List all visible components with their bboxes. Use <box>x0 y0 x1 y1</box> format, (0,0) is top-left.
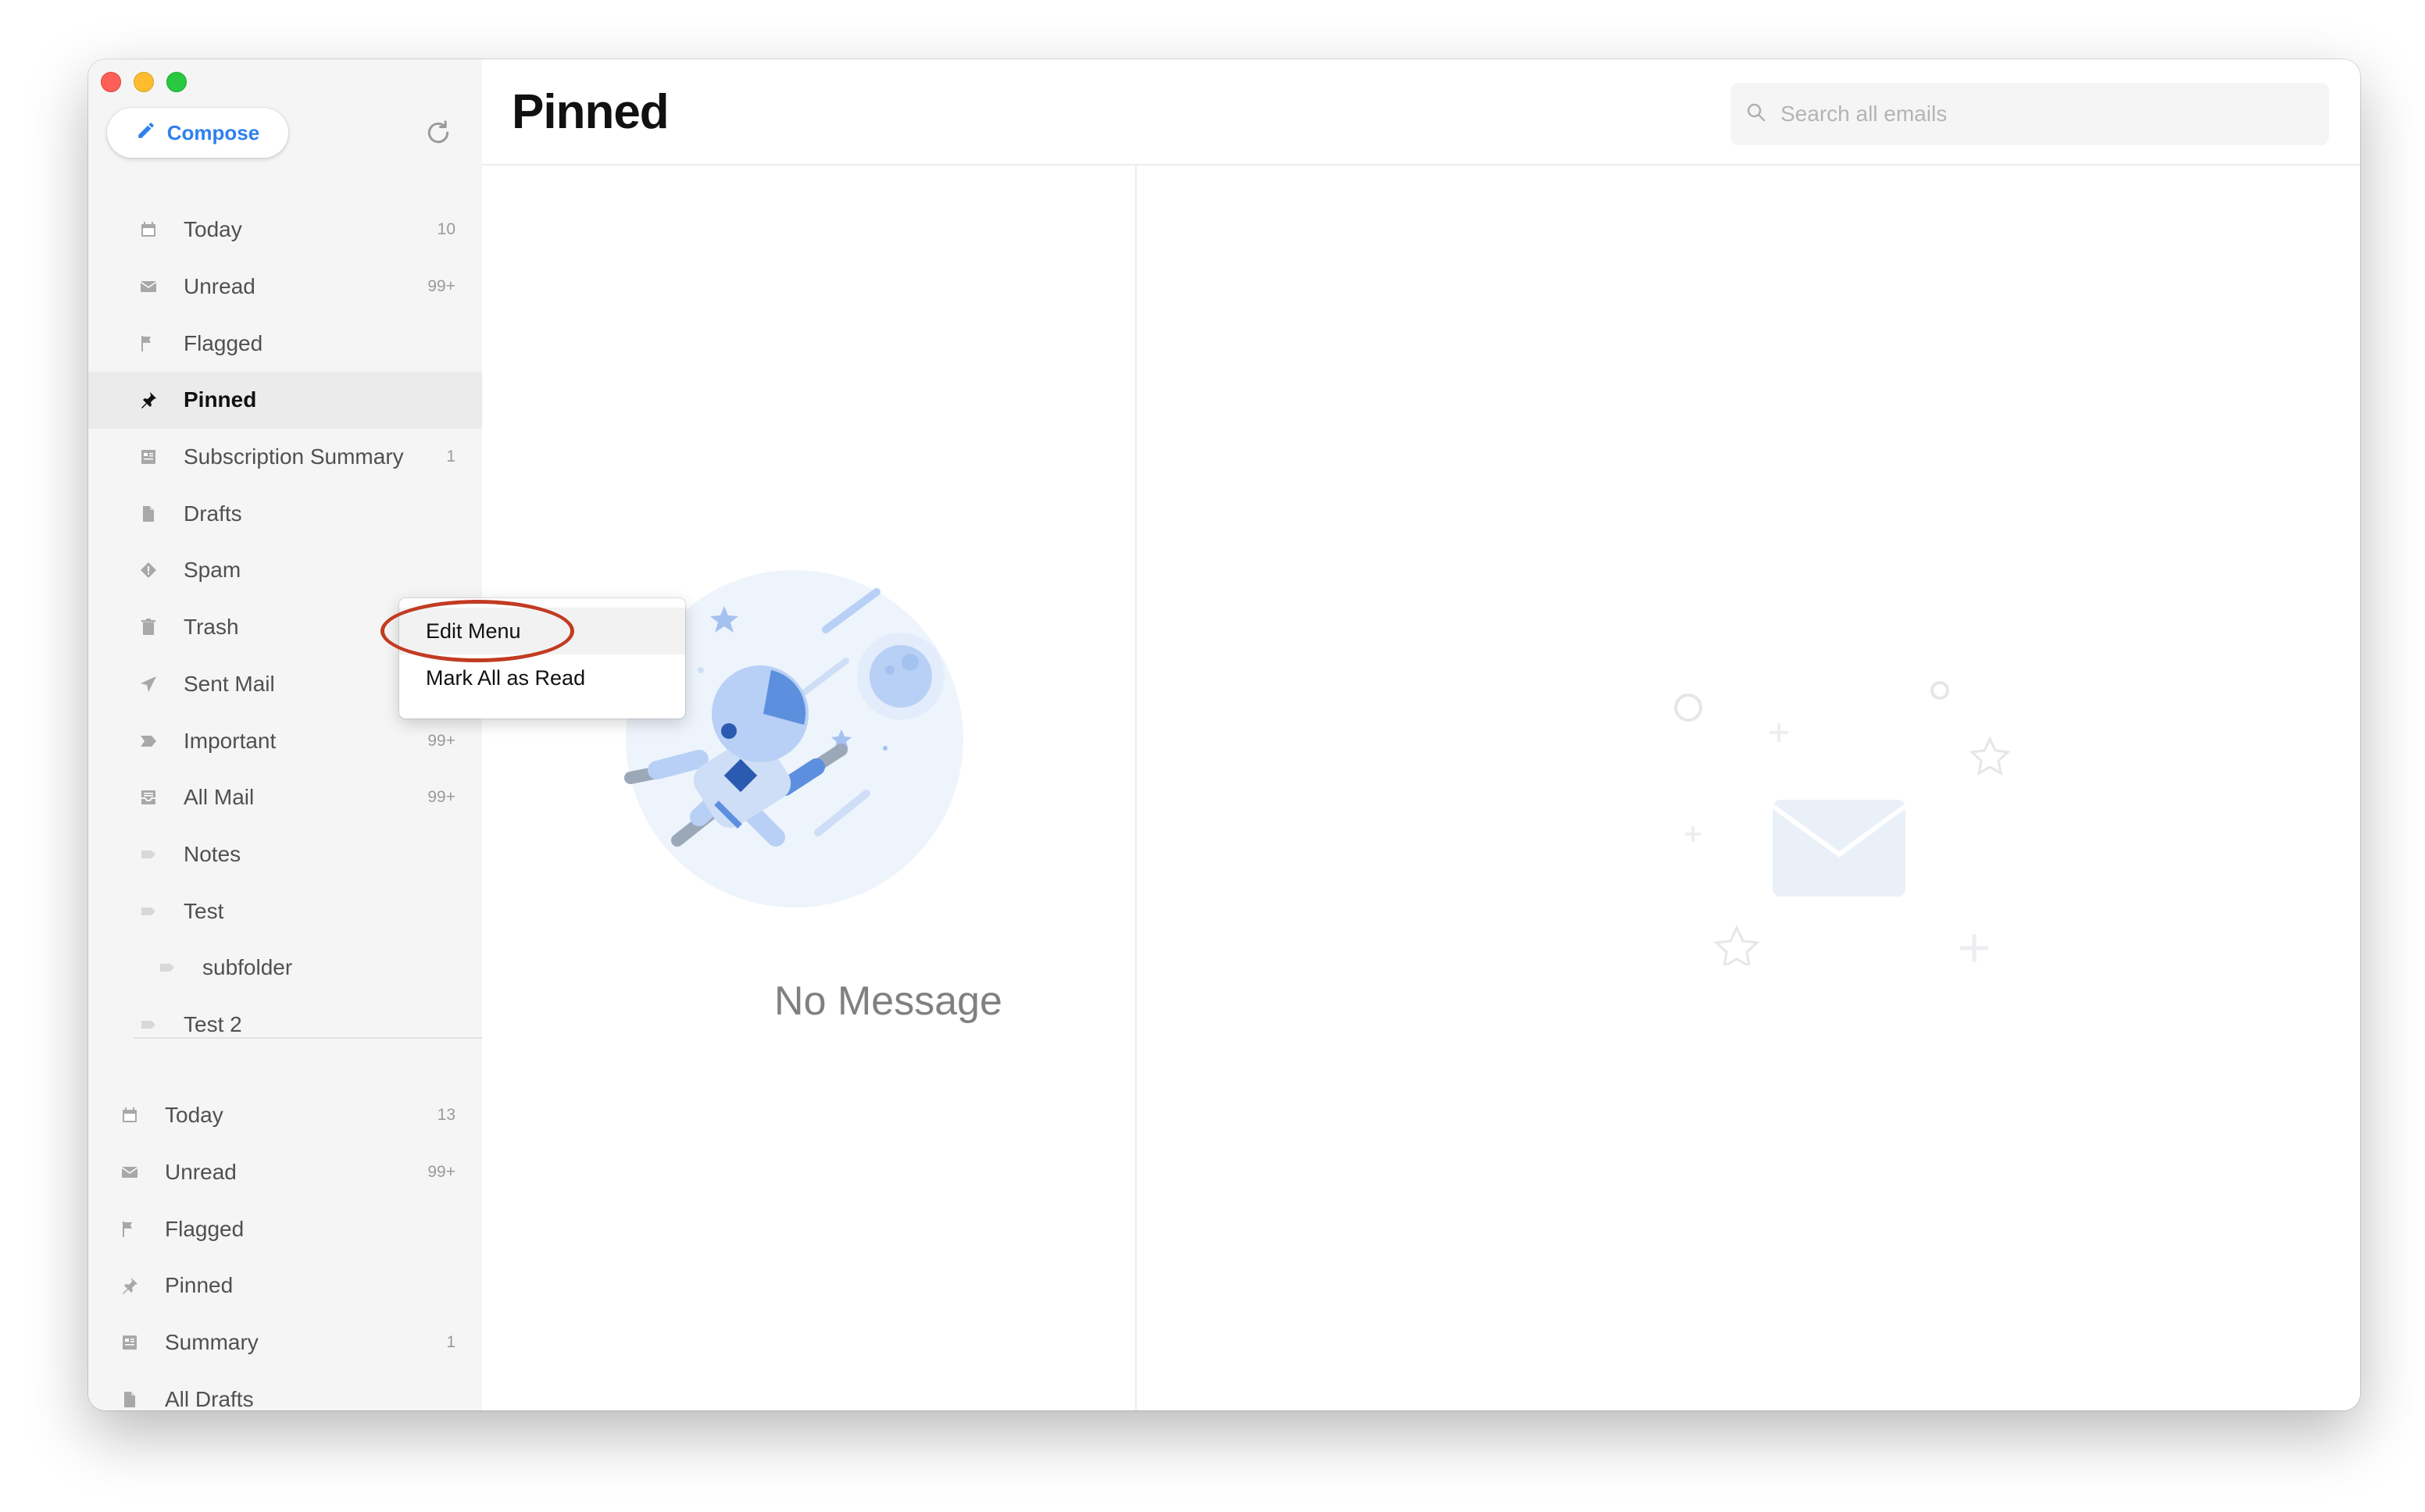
envelope-icon <box>120 1162 140 1182</box>
sidebar-item-flagged[interactable]: Flagged <box>88 315 482 372</box>
sidebar-item-label: Summary <box>165 1330 259 1355</box>
document-icon <box>138 504 159 524</box>
unread-count-badge: 10 <box>437 220 455 239</box>
sidebar-item-label: Test <box>184 898 224 923</box>
sidebar-item-label: Flagged <box>184 330 263 355</box>
sidebar-item-label: Today <box>184 217 242 242</box>
menu-item-edit-menu[interactable]: Edit Menu <box>399 608 685 654</box>
sidebar-item-unread[interactable]: Unread 99+ <box>88 259 482 316</box>
search-input[interactable] <box>1779 101 2298 127</box>
minimize-window-button[interactable] <box>134 72 154 92</box>
main-panel: Pinned Search all emails No Message <box>482 59 2360 1410</box>
account-mailbox-list: Today 13 Unread 99+ Flagged Pinned Summary 1 All… <box>88 1087 482 1410</box>
send-icon <box>138 674 159 694</box>
sidebar-item-flagged-2[interactable]: Flagged <box>88 1200 482 1257</box>
sidebar-item-label: Subscription Summary <box>184 444 404 469</box>
sidebar-item-label: Pinned <box>165 1273 234 1298</box>
summary-icon <box>138 447 159 467</box>
search-icon <box>1730 101 1768 128</box>
flag-icon <box>120 1219 140 1239</box>
sidebar-item-label: Today <box>165 1103 223 1128</box>
sidebar-item-test-2[interactable]: Test 2 <box>88 997 482 1054</box>
label-icon <box>138 1015 159 1035</box>
app-window: Compose Today 10 Unread 99+ Flagged Pinned Sub… <box>88 59 2360 1410</box>
sidebar-item-label: Unread <box>184 274 255 299</box>
compose-label: Compose <box>166 120 260 144</box>
sidebar-item-label: Important <box>184 728 277 753</box>
document-icon <box>120 1389 140 1410</box>
sidebar-item-label: Trash <box>184 615 239 640</box>
sidebar-item-important[interactable]: Important 99+ <box>88 712 482 769</box>
envelope-icon <box>138 276 159 297</box>
unread-count-badge: 1 <box>446 1333 455 1352</box>
sidebar-item-unread-2[interactable]: Unread 99+ <box>88 1144 482 1201</box>
sidebar-item-today-2[interactable]: Today 13 <box>88 1087 482 1144</box>
maximize-window-button[interactable] <box>166 72 187 92</box>
label-icon <box>157 957 177 978</box>
sidebar-item-label: Flagged <box>165 1216 245 1241</box>
unread-count-badge: 1 <box>446 448 455 466</box>
sidebar-item-summary-2[interactable]: Summary 1 <box>88 1314 482 1371</box>
sidebar-item-all-drafts-2[interactable]: All Drafts <box>88 1371 482 1410</box>
spam-icon <box>138 560 159 580</box>
sidebar-item-label: subfolder <box>202 955 293 980</box>
sidebar-item-label: Unread <box>165 1160 237 1185</box>
sidebar-item-label: Test 2 <box>184 1011 242 1036</box>
column-divider <box>1135 166 1137 1410</box>
sidebar-item-all-mail[interactable]: All Mail 99+ <box>88 769 482 826</box>
search-bar[interactable] <box>1730 83 2329 145</box>
sidebar-item-label: All Mail <box>184 785 255 810</box>
empty-state-text: No Message <box>774 979 1002 1024</box>
unread-count-badge: 99+ <box>427 277 455 296</box>
envelope-illustration <box>1654 606 2029 969</box>
sidebar-item-notes[interactable]: Notes <box>88 826 482 883</box>
close-window-button[interactable] <box>101 72 121 92</box>
sidebar-item-label: Pinned <box>184 387 257 412</box>
menu-item-mark-all-read[interactable]: Mark All as Read <box>399 654 685 701</box>
sidebar-item-drafts[interactable]: Drafts <box>88 485 482 542</box>
sidebar-item-label: Drafts <box>184 501 242 526</box>
context-menu: Edit Menu Mark All as Read <box>399 598 685 719</box>
calendar-icon <box>120 1105 140 1125</box>
header-divider <box>482 164 2360 166</box>
summary-icon <box>120 1332 140 1353</box>
sidebar-item-label: Sent Mail <box>184 671 275 696</box>
label-icon <box>138 901 159 922</box>
sidebar-item-label: Spam <box>184 558 241 583</box>
sidebar-item-test[interactable]: Test <box>88 883 482 940</box>
sidebar-item-today[interactable]: Today 10 <box>88 201 482 259</box>
pencil-icon <box>136 120 156 146</box>
inbox-icon <box>138 787 159 808</box>
pin-icon <box>120 1275 140 1296</box>
important-icon <box>138 731 159 751</box>
compose-button[interactable]: Compose <box>107 108 288 158</box>
trash-icon <box>138 617 159 637</box>
sidebar-item-pinned-2[interactable]: Pinned <box>88 1257 482 1314</box>
calendar-icon <box>138 219 159 240</box>
sidebar-item-spam[interactable]: Spam <box>88 542 482 599</box>
refresh-icon[interactable] <box>423 117 454 148</box>
unread-count-badge: 13 <box>437 1106 455 1125</box>
unread-count-badge: 99+ <box>427 731 455 750</box>
sidebar-item-label: Notes <box>184 841 241 866</box>
sidebar-item-subscription-summary[interactable]: Subscription Summary 1 <box>88 429 482 486</box>
traffic-lights <box>101 72 187 92</box>
sidebar-item-pinned[interactable]: Pinned <box>88 372 482 429</box>
sidebar-item-label: All Drafts <box>165 1386 254 1410</box>
sidebar-divider <box>134 1037 482 1039</box>
sidebar-item-subfolder[interactable]: subfolder <box>88 940 482 997</box>
unread-count-badge: 99+ <box>427 788 455 807</box>
pin-icon <box>138 390 159 410</box>
unread-count-badge: 99+ <box>427 1163 455 1182</box>
label-icon <box>138 844 159 865</box>
page-title: Pinned <box>512 85 670 139</box>
sidebar: Compose Today 10 Unread 99+ Flagged Pinned Sub… <box>88 59 482 1410</box>
flag-icon <box>138 333 159 354</box>
